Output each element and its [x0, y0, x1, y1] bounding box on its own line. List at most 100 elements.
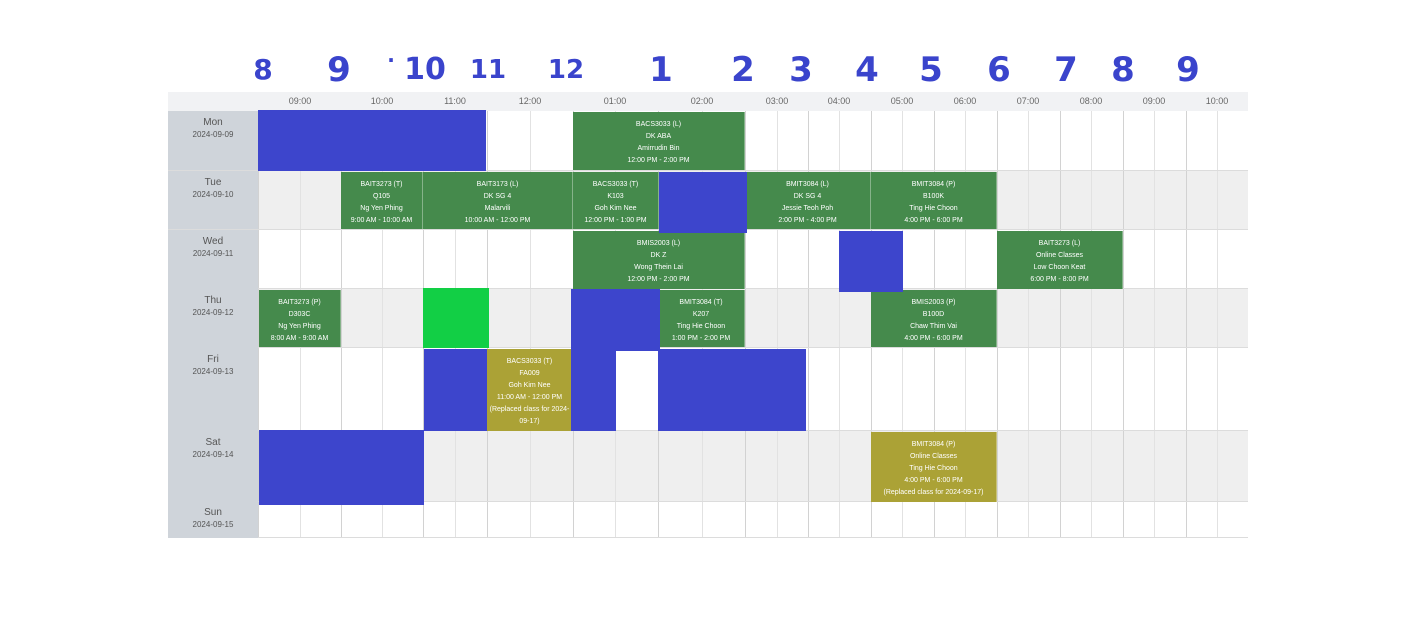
event-room: Online Classes	[909, 453, 958, 460]
day-name: Tue	[204, 177, 222, 188]
event-code: BACS3033 (T)	[592, 181, 639, 188]
timetable: 09:00 10:00 11:00 12:00 01:00 02:00 03:0…	[168, 92, 1248, 538]
event-code: BAIT3273 (P)	[278, 299, 321, 306]
day-label-tue: Tue 2024-09-10	[168, 171, 258, 229]
time-header-cell: 08:00	[1079, 96, 1103, 106]
event-code: BACS3033 (L)	[635, 121, 682, 128]
time-header-cell: 12:00	[518, 96, 542, 106]
day-date: 2024-09-11	[192, 249, 234, 258]
day-date: 2024-09-14	[192, 450, 234, 459]
hand-annotation-12: 12	[547, 55, 585, 85]
day-name: Sun	[204, 507, 222, 518]
event-time: 11:00 AM - 12:00 PM	[496, 394, 563, 401]
blocked-time-overlay	[571, 289, 660, 351]
event-time: 4:00 PM - 6:00 PM	[904, 217, 963, 224]
event-code: BAIT3273 (T)	[360, 181, 403, 188]
time-header-cell: 09:00	[1142, 96, 1166, 106]
hand-annotation-3: 3	[789, 50, 813, 90]
event-lecturer: Goh Kim Nee	[594, 205, 637, 212]
time-header-cell: 10:00	[370, 96, 394, 106]
event-room: D303C	[288, 311, 311, 318]
hand-annotation-8-pm: 8	[1111, 50, 1135, 90]
event-room: DK ABA	[645, 133, 672, 140]
time-header-cell: 10:00	[1205, 96, 1229, 106]
blocked-time-overlay	[424, 349, 487, 431]
event-lecturer: Low Choon Keat	[1033, 264, 1086, 271]
time-header-cell: 04:00	[827, 96, 851, 106]
event-time: 2:00 PM - 4:00 PM	[778, 217, 837, 224]
class-event[interactable]: BAIT3273 (L) Online Classes Low Choon Ke…	[997, 231, 1123, 289]
day-date: 2024-09-10	[192, 190, 234, 199]
day-name: Fri	[207, 354, 219, 365]
event-lecturer: Ting Hie Choon	[676, 323, 726, 330]
hand-annotation-11: 11	[469, 55, 507, 85]
event-code: BMIT3084 (L)	[786, 181, 829, 188]
hand-annotation-dot: ·	[387, 48, 395, 72]
blocked-time-overlay	[571, 349, 616, 431]
day-label-thu: Thu 2024-09-12	[168, 289, 258, 348]
hand-annotation-8: 8	[253, 53, 273, 86]
class-event[interactable]: BAIT3173 (L) DK SG 4 Malarvili 10:00 AM …	[423, 172, 573, 229]
blocked-time-overlay	[259, 430, 424, 505]
event-code: BACS3033 (T)	[506, 358, 553, 365]
time-header: 09:00 10:00 11:00 12:00 01:00 02:00 03:0…	[168, 92, 1248, 111]
day-date: 2024-09-13	[192, 367, 234, 376]
event-room: K103	[607, 193, 624, 200]
hand-annotation-9: 9	[327, 50, 351, 90]
time-header-cell: 11:00	[444, 96, 466, 106]
time-header-cell: 02:00	[690, 96, 714, 106]
event-code: BAIT3273 (L)	[1038, 240, 1081, 247]
event-code: BMIT3084 (P)	[911, 441, 956, 448]
class-event[interactable]: BMIT3084 (L) DK SG 4 Jessie Teoh Poh 2:0…	[745, 172, 871, 229]
event-lecturer: Malarvili	[484, 205, 511, 212]
event-time: 8:00 AM - 9:00 AM	[270, 335, 329, 342]
event-time: 4:00 PM - 6:00 PM	[904, 335, 963, 342]
class-event[interactable]: BMIT3084 (T) K207 Ting Hie Choon 1:00 PM…	[658, 290, 745, 347]
hand-annotation-1: 1	[649, 50, 673, 90]
event-room: DK Z	[650, 252, 667, 259]
day-date: 2024-09-15	[192, 520, 234, 529]
time-header-cell: 07:00	[1016, 96, 1040, 106]
blocked-time-overlay	[258, 110, 486, 171]
hand-annotation-6: 6	[987, 50, 1011, 90]
event-room: FA009	[519, 370, 540, 377]
event-lecturer: Amirrudin Bin	[637, 145, 680, 152]
day-name: Thu	[204, 295, 222, 306]
event-room: DK SG 4	[793, 193, 822, 200]
event-room: B100D	[922, 311, 945, 318]
class-event[interactable]: BMIT3084 (P) B100K Ting Hie Choon 4:00 P…	[871, 172, 997, 229]
event-time: 6:00 PM - 8:00 PM	[1030, 276, 1089, 283]
class-event[interactable]: BAIT3273 (T) Q105 Ng Yen Phing 9:00 AM -…	[341, 172, 423, 229]
hand-annotation-9-pm: 9	[1176, 50, 1200, 90]
day-label-sun: Sun 2024-09-15	[168, 502, 258, 538]
class-event[interactable]: BMIS2003 (L) DK Z Wong Thein Lai 12:00 P…	[573, 231, 745, 289]
replaced-class-event[interactable]: BMIT3084 (P) Online Classes Ting Hie Cho…	[871, 432, 997, 502]
day-name: Sat	[205, 437, 221, 448]
event-lecturer: Ng Yen Phing	[360, 205, 403, 212]
class-event[interactable]: BAIT3273 (P) D303C Ng Yen Phing 8:00 AM …	[259, 290, 341, 347]
event-lecturer: Wong Thein Lai	[634, 264, 683, 271]
day-label-fri: Fri 2024-09-13	[168, 348, 258, 431]
highlight-overlay	[423, 288, 489, 348]
event-time: 12:00 PM - 2:00 PM	[627, 276, 690, 283]
event-lecturer: Ng Yen Phing	[278, 323, 321, 330]
day-name: Mon	[203, 117, 223, 128]
time-header-cell: 01:00	[603, 96, 627, 106]
day-label-sat: Sat 2024-09-14	[168, 431, 258, 502]
blocked-time-overlay	[839, 231, 903, 292]
event-time: 1:00 PM - 2:00 PM	[671, 335, 731, 342]
blocked-time-overlay	[659, 172, 747, 233]
event-lecturer: Chaw Thim Vai	[910, 323, 957, 330]
replaced-class-event[interactable]: BACS3033 (T) FA009 Goh Kim Nee 11:00 AM …	[487, 349, 573, 431]
event-note: (Replaced class for 2024-09-17)	[489, 406, 570, 425]
class-event[interactable]: BACS3033 (T) K103 Goh Kim Nee 12:00 PM -…	[573, 172, 659, 229]
hand-annotation-5: 5	[919, 50, 943, 90]
event-time: 12:00 PM - 1:00 PM	[584, 217, 647, 224]
class-event[interactable]: BMIS2003 (P) B100D Chaw Thim Vai 4:00 PM…	[871, 290, 997, 347]
hand-annotation-2: 2	[731, 50, 755, 90]
time-header-cell: 03:00	[765, 96, 789, 106]
event-room: DK SG 4	[483, 193, 512, 200]
event-room: B100K	[922, 193, 945, 200]
event-code: BMIS2003 (L)	[636, 240, 681, 247]
class-event[interactable]: BACS3033 (L) DK ABA Amirrudin Bin 12:00 …	[573, 112, 745, 170]
